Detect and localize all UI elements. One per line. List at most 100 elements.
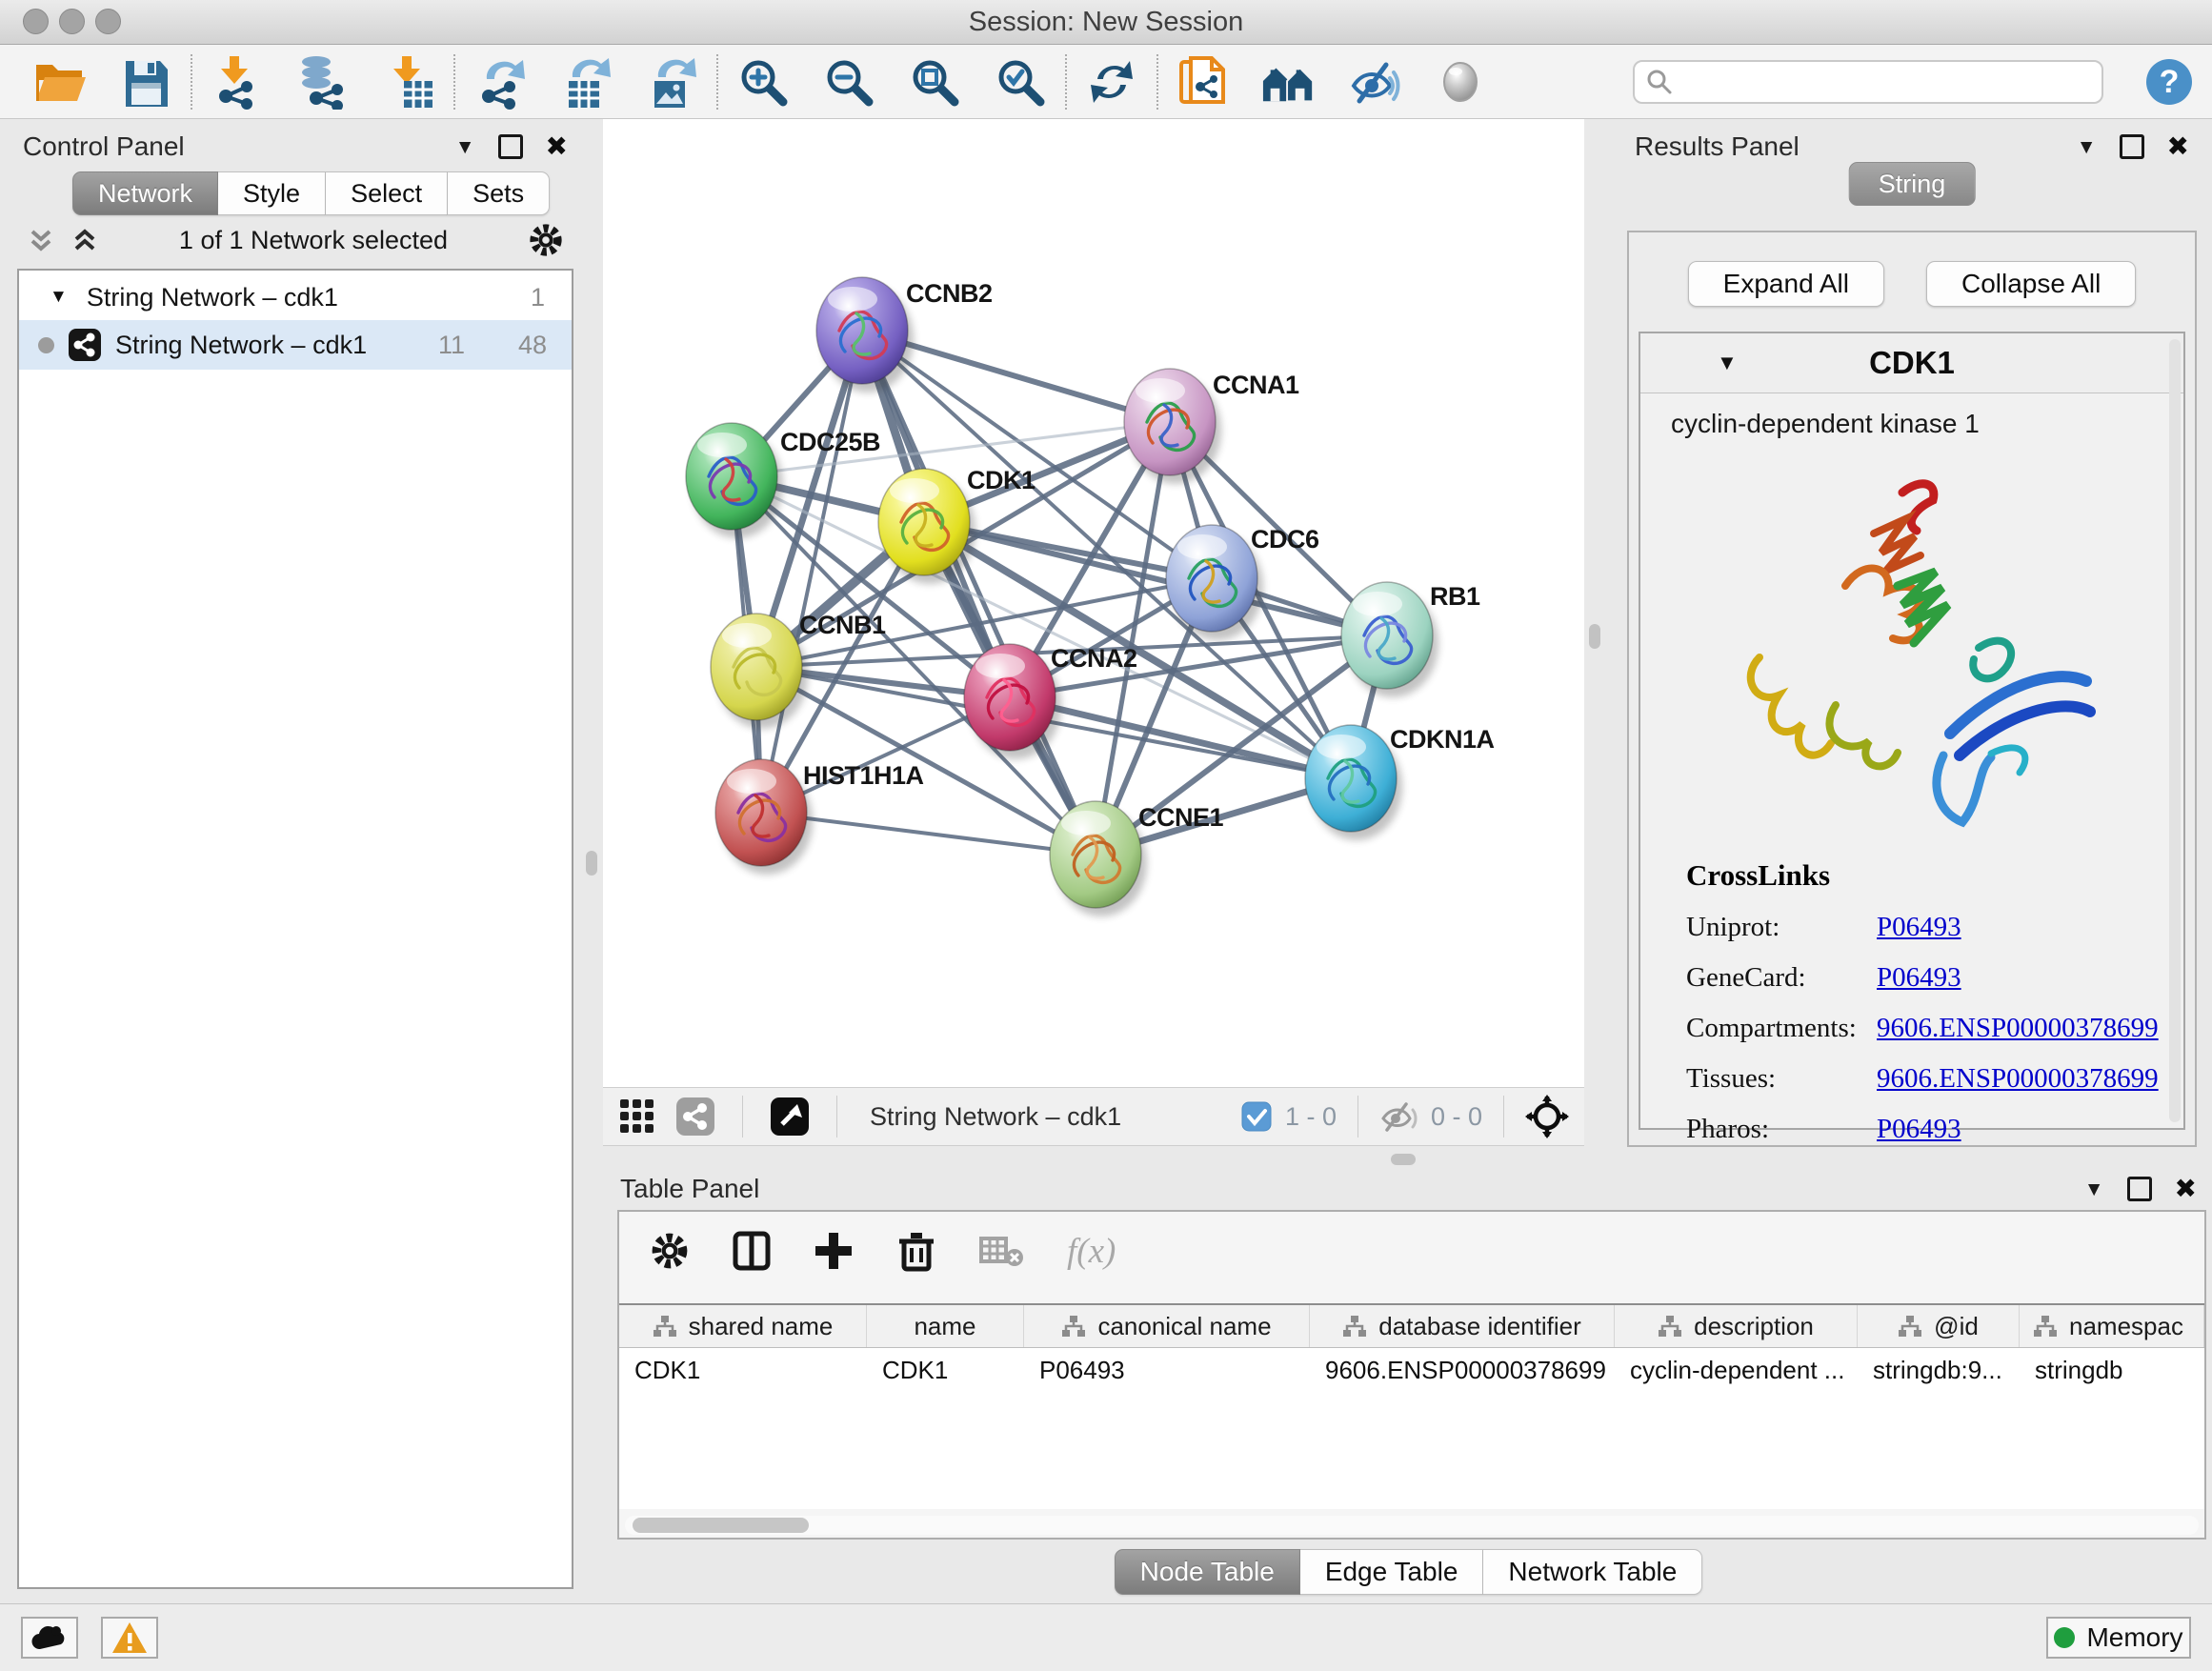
- network-node-CDKN1A[interactable]: CDKN1A: [1305, 725, 1495, 840]
- close-panel-icon[interactable]: ✖: [546, 133, 568, 160]
- collapse-all-button[interactable]: Collapse All: [1926, 261, 2136, 307]
- column-header-name[interactable]: name: [867, 1305, 1024, 1347]
- left-splitter-handle[interactable]: [586, 851, 597, 876]
- selected-checkbox-icon[interactable]: [1241, 1101, 1272, 1132]
- import-network-from-file-icon[interactable]: [210, 54, 265, 110]
- tab-sets[interactable]: Sets: [448, 171, 550, 215]
- hide-glass-effect-icon[interactable]: [1347, 54, 1402, 110]
- zoom-fit-content-icon[interactable]: [907, 54, 962, 110]
- show-columns-icon[interactable]: [732, 1231, 772, 1271]
- string-houses-icon[interactable]: [1261, 54, 1317, 110]
- memory-button[interactable]: Memory: [2046, 1617, 2191, 1659]
- crosslink-link[interactable]: 9606.ENSP00000378699: [1877, 1063, 2159, 1094]
- create-column-icon[interactable]: [814, 1231, 854, 1271]
- function-builder-icon[interactable]: f(x): [1067, 1231, 1116, 1272]
- network-collection-row[interactable]: ▼ String Network – cdk1 1: [19, 274, 572, 320]
- network-canvas[interactable]: CCNB2CCNA1CDC25BCDK1CDC6RB1CCNB1CCNA2CDK…: [603, 119, 1584, 1087]
- table-horizontal-scrollbar[interactable]: [625, 1516, 2199, 1535]
- network-node-RB1[interactable]: RB1: [1341, 582, 1480, 697]
- tab-network[interactable]: Network: [72, 171, 218, 215]
- network-node-HIST1H1A[interactable]: HIST1H1A: [715, 759, 924, 875]
- delete-table-icon[interactable]: [979, 1233, 1025, 1269]
- column-header-namespac[interactable]: namespac: [2020, 1305, 2204, 1347]
- right-splitter-handle[interactable]: [1589, 624, 1600, 649]
- zoom-out-icon[interactable]: [821, 54, 876, 110]
- expand-all-icon[interactable]: [70, 226, 99, 254]
- protein-card-header[interactable]: ▼ CDK1: [1640, 333, 2183, 393]
- string-network-graph[interactable]: CCNB2CCNA1CDC25BCDK1CDC6RB1CCNB1CCNA2CDK…: [603, 119, 1584, 1087]
- node-table: shared namenamecanonical namedatabase id…: [619, 1303, 2204, 1509]
- search-input[interactable]: [1682, 66, 2090, 97]
- tab-node-table[interactable]: Node Table: [1115, 1549, 1300, 1595]
- column-header-canonical-name[interactable]: canonical name: [1024, 1305, 1310, 1347]
- network-node-CCNA1[interactable]: CCNA1: [1124, 369, 1299, 484]
- column-header-@id[interactable]: @id: [1858, 1305, 2020, 1347]
- column-header-database-identifier[interactable]: database identifier: [1310, 1305, 1615, 1347]
- search-field[interactable]: [1633, 60, 2103, 104]
- crosslink-link[interactable]: P06493: [1877, 962, 1961, 993]
- float-panel-icon[interactable]: [498, 134, 523, 159]
- hidden-eye-icon[interactable]: [1379, 1100, 1418, 1133]
- tab-string[interactable]: String: [1849, 162, 1976, 206]
- help-icon[interactable]: ?: [2142, 54, 2197, 110]
- crosslink-link[interactable]: P06493: [1877, 1114, 1961, 1144]
- network-row[interactable]: String Network – cdk1 11 48: [19, 320, 572, 370]
- close-panel-icon[interactable]: ✖: [2167, 133, 2189, 160]
- panel-menu-icon[interactable]: ▼: [2084, 1179, 2104, 1199]
- refresh-layout-icon[interactable]: [1084, 54, 1139, 110]
- grid-view-icon[interactable]: [618, 1097, 656, 1136]
- cloud-button[interactable]: [21, 1617, 78, 1659]
- import-table-from-file-icon[interactable]: [381, 54, 436, 110]
- panel-menu-icon[interactable]: ▼: [455, 137, 475, 157]
- warnings-button[interactable]: [101, 1617, 158, 1659]
- collapse-all-icon[interactable]: [27, 226, 55, 254]
- tab-select[interactable]: Select: [326, 171, 448, 215]
- close-window-button[interactable]: [23, 9, 49, 34]
- network-node-CDK1[interactable]: CDK1: [878, 466, 1036, 584]
- network-options-gear-icon[interactable]: [528, 222, 564, 258]
- minimize-window-button[interactable]: [59, 9, 85, 34]
- network-node-CDC6[interactable]: CDC6: [1166, 525, 1319, 640]
- network-node-CCNE1[interactable]: CCNE1: [1050, 801, 1224, 916]
- zoom-window-button[interactable]: [95, 9, 121, 34]
- float-panel-icon[interactable]: [2127, 1177, 2152, 1201]
- tab-edge-table[interactable]: Edge Table: [1300, 1549, 1484, 1595]
- crosslink-link[interactable]: 9606.ENSP00000378699: [1877, 1013, 2159, 1043]
- export-table-icon[interactable]: [558, 54, 613, 110]
- zoom-in-icon[interactable]: [735, 54, 791, 110]
- crosshair-icon[interactable]: [1525, 1095, 1569, 1138]
- bottom-splitter-handle[interactable]: [1391, 1154, 1416, 1165]
- network-node-CDC25B[interactable]: CDC25B: [686, 423, 880, 538]
- panel-menu-icon[interactable]: ▼: [2077, 137, 2097, 157]
- scrollbar-thumb[interactable]: [633, 1518, 809, 1533]
- float-panel-icon[interactable]: [2120, 134, 2144, 159]
- birdseye-view-icon[interactable]: [770, 1097, 810, 1137]
- close-panel-icon[interactable]: ✖: [2175, 1176, 2197, 1202]
- expand-all-button[interactable]: Expand All: [1688, 261, 1884, 307]
- hidden-counts: 0 - 0: [1431, 1102, 1482, 1132]
- open-session-icon[interactable]: [32, 54, 88, 110]
- column-header-shared-name[interactable]: shared name: [619, 1305, 867, 1347]
- table-settings-gear-icon[interactable]: [650, 1231, 690, 1271]
- tab-network-table[interactable]: Network Table: [1483, 1549, 1702, 1595]
- zoom-selected-icon[interactable]: [993, 54, 1048, 110]
- glass-ball-effect-icon[interactable]: [1433, 54, 1488, 110]
- save-session-icon[interactable]: [118, 54, 173, 110]
- tab-style[interactable]: Style: [218, 171, 326, 215]
- delete-columns-icon[interactable]: [895, 1230, 937, 1272]
- network-edge[interactable]: [761, 331, 862, 813]
- network-from-clipboard-icon[interactable]: [1176, 54, 1231, 110]
- tree-expander-icon[interactable]: ▼: [50, 287, 68, 308]
- network-node-CCNA2[interactable]: CCNA2: [964, 644, 1137, 759]
- export-network-icon[interactable]: [473, 54, 528, 110]
- results-scrollbar[interactable]: [2169, 339, 2181, 1122]
- toolbar-separator: [1065, 54, 1067, 110]
- crosslink-link[interactable]: P06493: [1877, 912, 1961, 942]
- string-share-icon[interactable]: [675, 1097, 715, 1137]
- export-image-icon[interactable]: [644, 54, 699, 110]
- table-row[interactable]: CDK1CDK1P064939606.ENSP00000378699cyclin…: [619, 1348, 2204, 1392]
- column-header-description[interactable]: description: [1615, 1305, 1858, 1347]
- card-expander-icon[interactable]: ▼: [1717, 351, 1738, 375]
- import-network-from-database-icon[interactable]: [295, 54, 351, 110]
- network-node-CCNB2[interactable]: CCNB2: [816, 277, 993, 393]
